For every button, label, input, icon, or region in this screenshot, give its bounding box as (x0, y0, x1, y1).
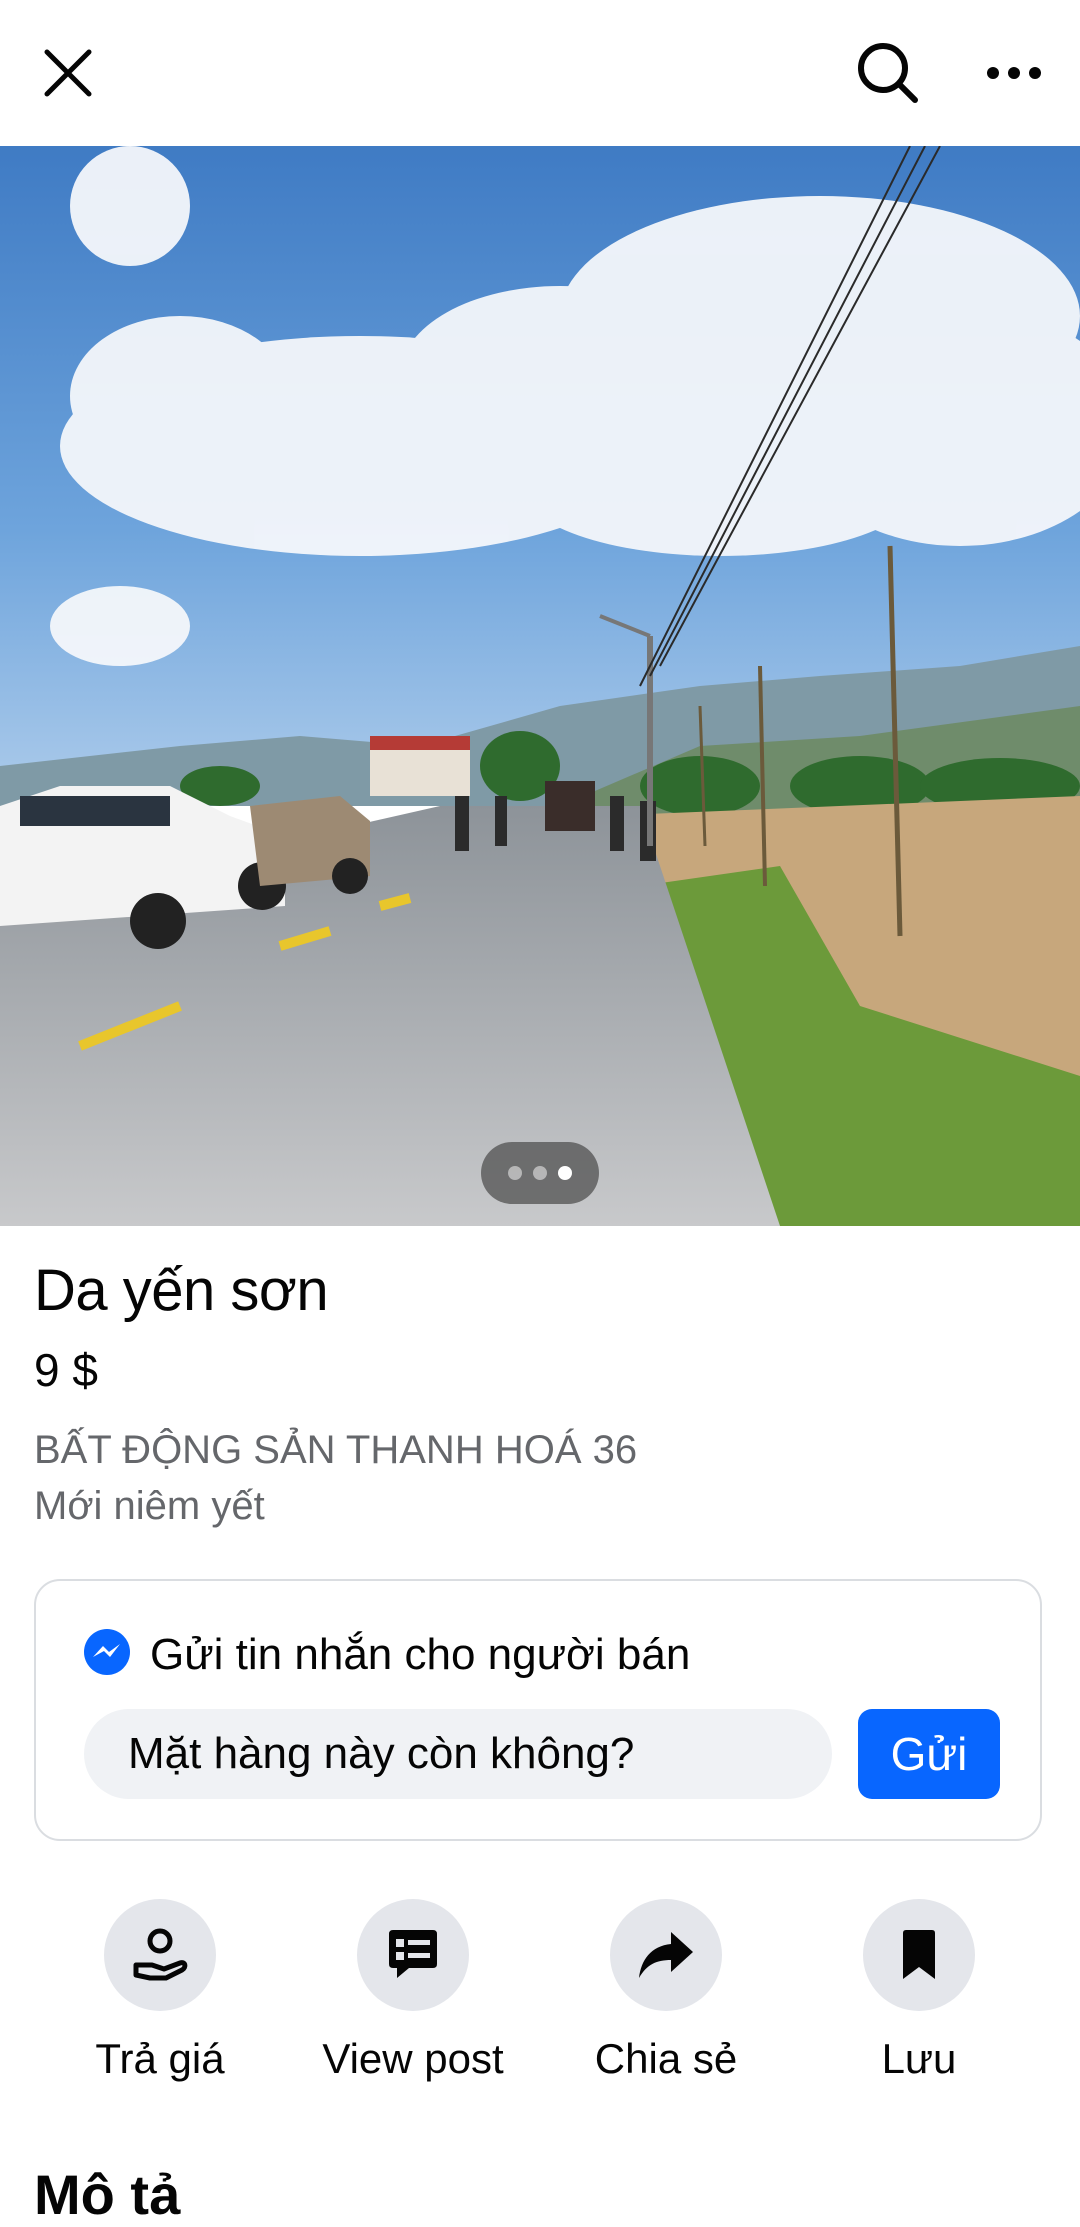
pager-dot (533, 1166, 547, 1180)
pager-dot-active (558, 1166, 572, 1180)
save-label: Lưu (881, 2035, 957, 2082)
top-bar (0, 0, 1080, 146)
listing-price: 9 $ (34, 1344, 98, 1396)
message-input[interactable]: Mặt hàng này còn không? (84, 1709, 832, 1799)
image-pager (481, 1142, 599, 1204)
bookmark-icon (863, 1899, 975, 2011)
listing-title: Da yến sơn (34, 1258, 329, 1323)
more-horizontal-icon[interactable] (976, 35, 1052, 111)
message-seller-card: Gửi tin nhắn cho người bán Mặt hàng này … (34, 1579, 1042, 1841)
view-post-label: View post (322, 2035, 504, 2082)
seller-name[interactable]: BẤT ĐỘNG SẢN THANH HOÁ 36 (34, 1428, 637, 1473)
close-icon[interactable] (30, 35, 106, 111)
make-offer-label: Trả giá (95, 2035, 225, 2082)
post-icon (357, 1899, 469, 2011)
messenger-icon (82, 1627, 132, 1682)
save-button[interactable]: Lưu (794, 1899, 1044, 2083)
make-offer-button[interactable]: Trả giá (35, 1899, 285, 2083)
pager-dot (508, 1166, 522, 1180)
send-button[interactable]: Gửi (858, 1709, 1000, 1799)
share-button[interactable]: Chia sẻ (541, 1899, 791, 2083)
search-icon[interactable] (850, 35, 926, 111)
message-card-header: Gửi tin nhắn cho người bán (82, 1627, 690, 1682)
message-card-heading: Gửi tin nhắn cho người bán (150, 1629, 691, 1679)
offer-hand-icon (104, 1899, 216, 2011)
listing-status: Mới niêm yết (34, 1484, 265, 1528)
description-heading: Mô tả (34, 2163, 181, 2226)
listing-photo[interactable] (0, 146, 1080, 1226)
view-post-button[interactable]: View post (288, 1899, 538, 2083)
share-label: Chia sẻ (594, 2035, 738, 2082)
share-icon (610, 1899, 722, 2011)
